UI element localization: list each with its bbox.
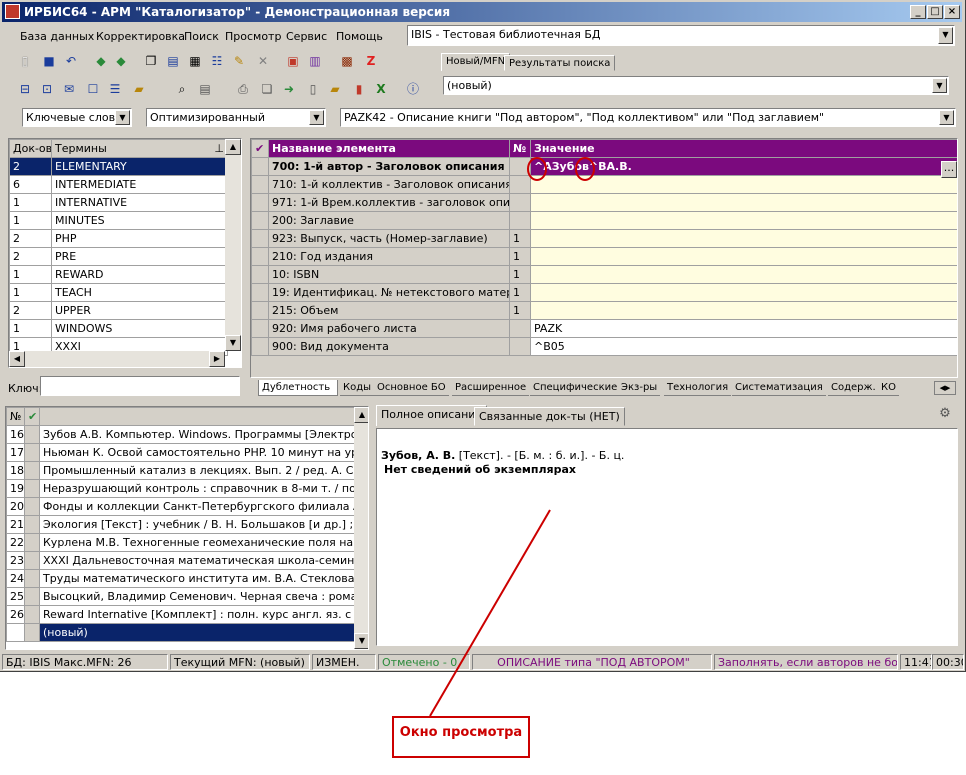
callout-label: Окно просмотра [392, 716, 530, 758]
highlight-circle-subfield-a [527, 157, 547, 181]
callout-arrow-line [429, 509, 551, 717]
annotation-overlay [429, 157, 595, 717]
highlight-circle-subfield-b [575, 157, 595, 181]
